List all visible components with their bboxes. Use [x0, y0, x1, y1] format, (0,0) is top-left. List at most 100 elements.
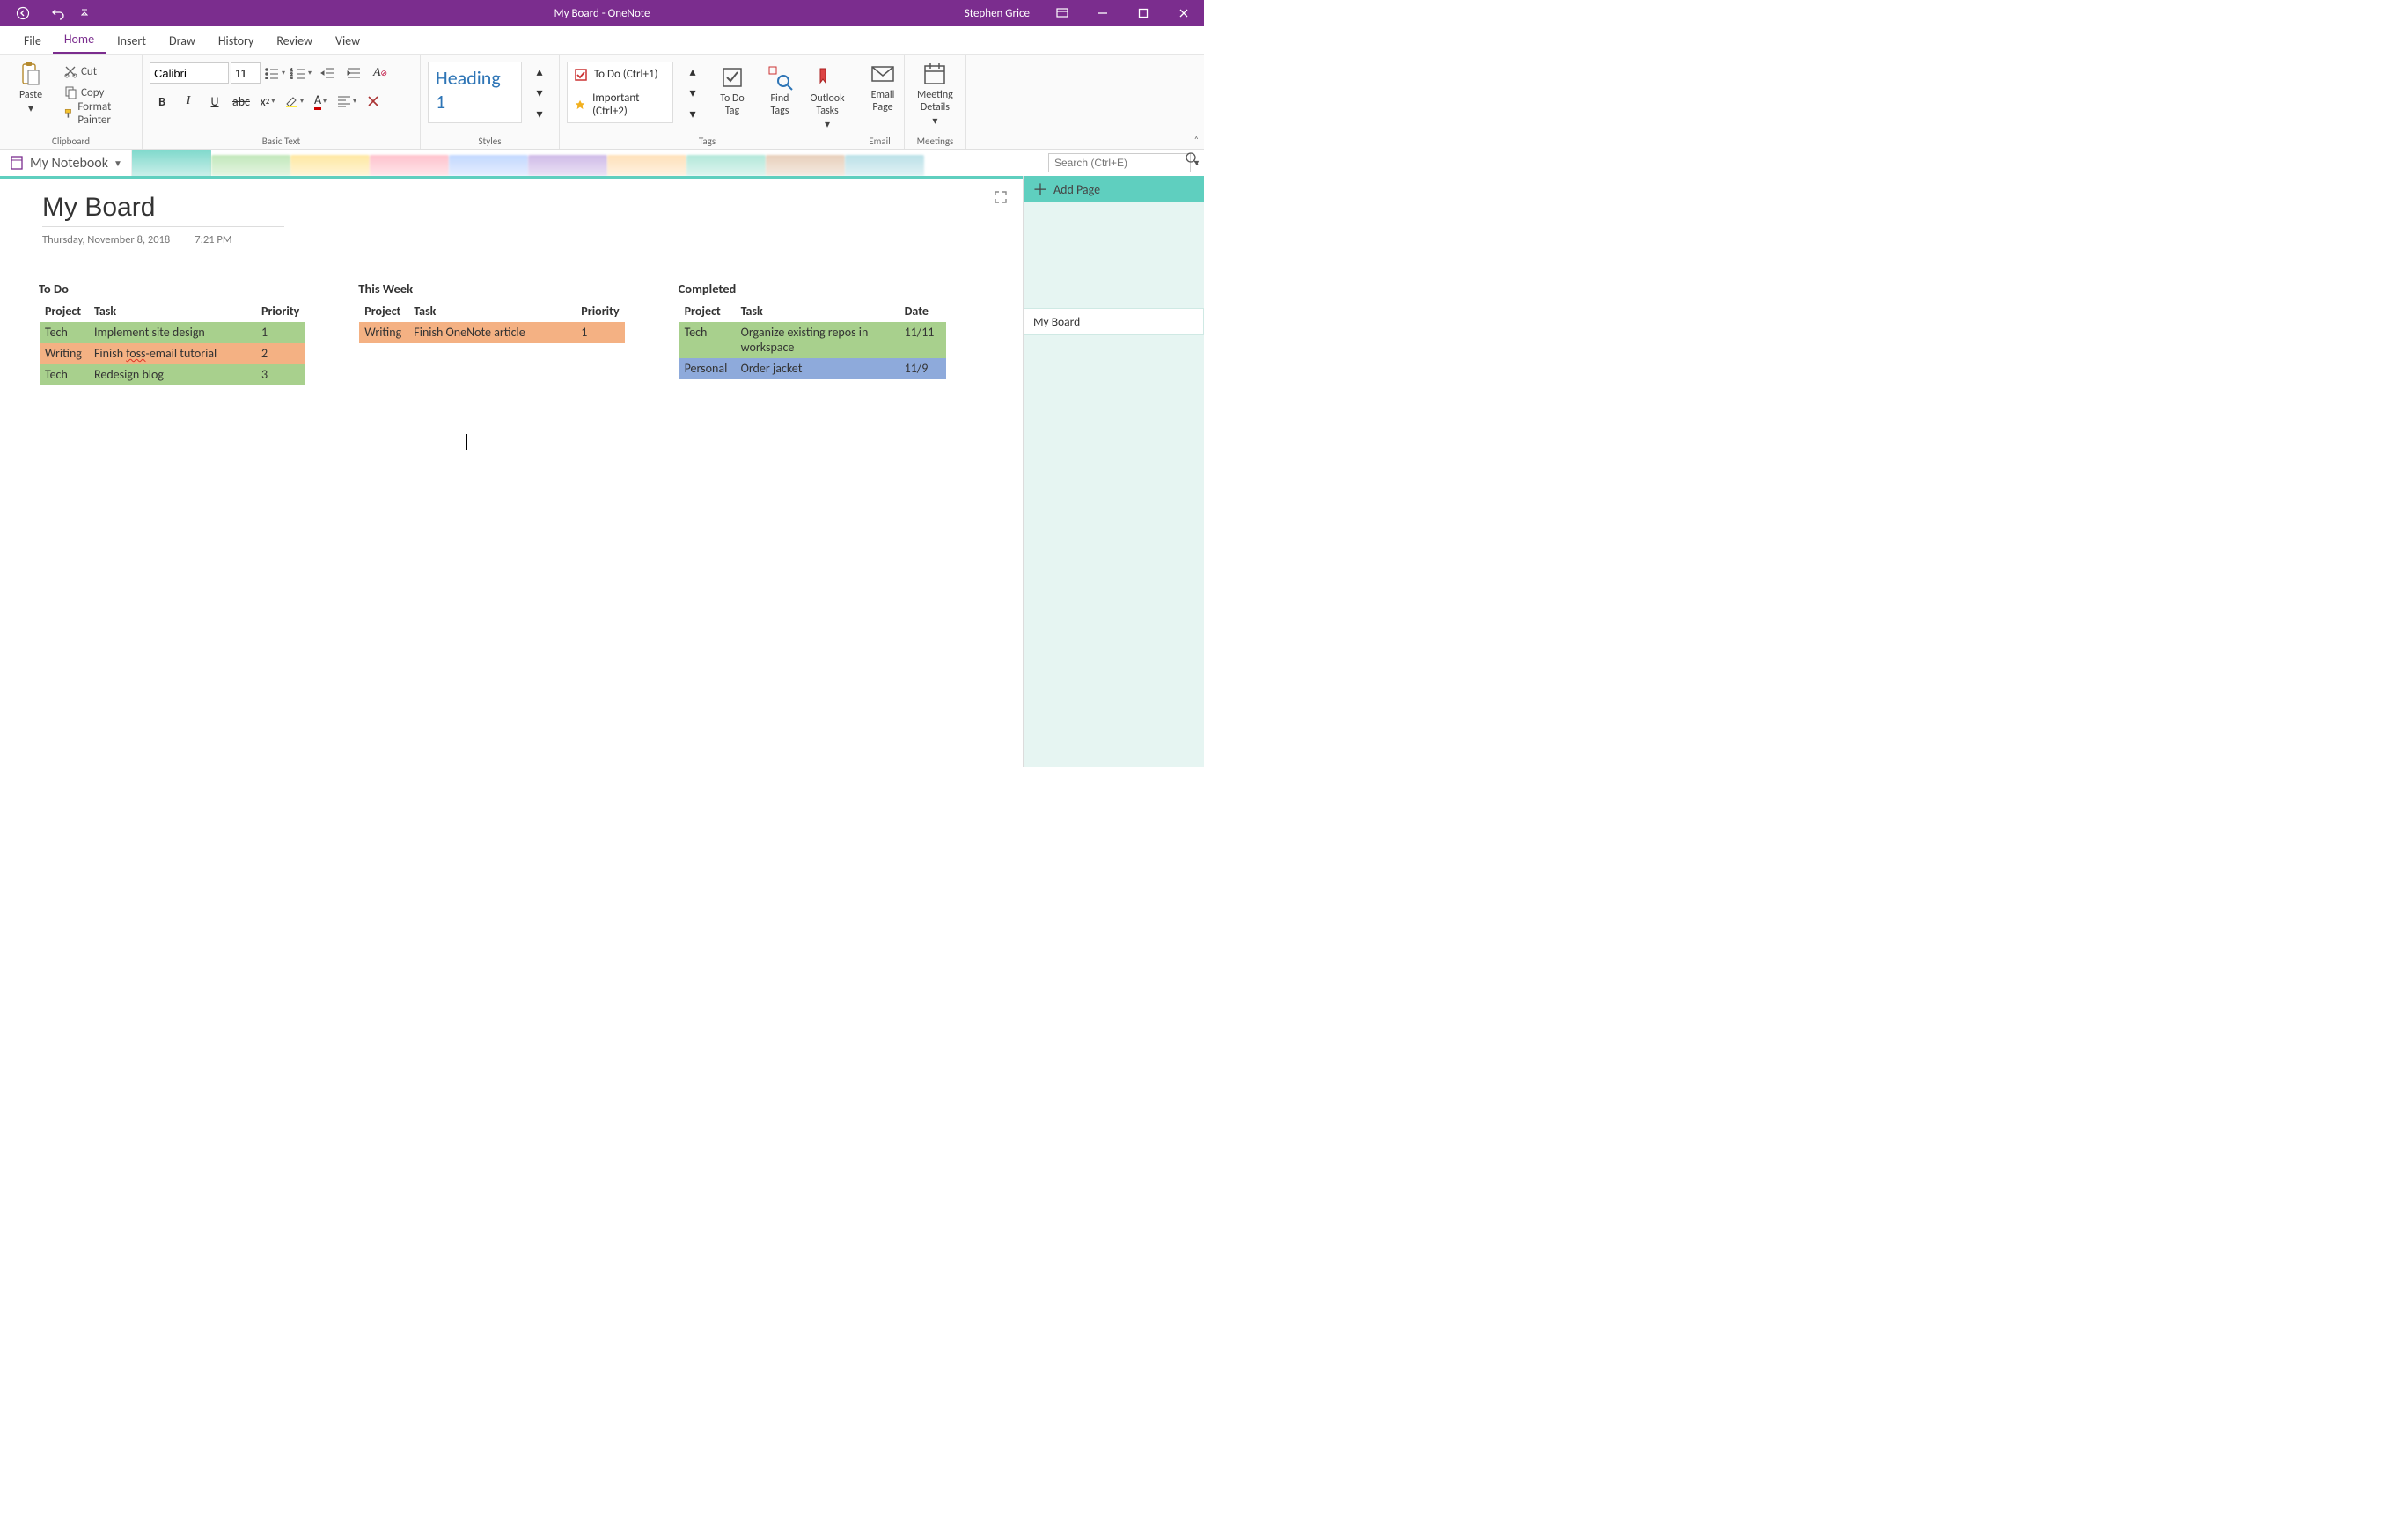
tag-todo[interactable]: To Do (Ctrl+1) — [568, 62, 672, 86]
section-tab-6[interactable] — [607, 155, 686, 176]
section-tab-9[interactable] — [845, 155, 924, 176]
bold-button[interactable]: B — [150, 90, 174, 113]
search-input[interactable] — [1048, 153, 1191, 172]
font-color-button[interactable]: A▾ — [308, 90, 333, 113]
section-tab-4[interactable] — [449, 155, 528, 176]
highlight-button[interactable]: ▾ — [282, 90, 306, 113]
underline-button[interactable]: U — [202, 90, 227, 113]
tags-scroll-down[interactable]: ▾ — [680, 83, 705, 102]
strikethrough-button[interactable]: abc — [229, 90, 253, 113]
table-cell[interactable]: Tech — [40, 364, 89, 385]
qat-customize[interactable] — [77, 1, 92, 26]
bullets-button[interactable]: ▾ — [262, 62, 287, 84]
table-row[interactable]: TechRedesign blog3 — [40, 364, 305, 385]
table-cell[interactable]: Tech — [679, 322, 735, 358]
styles-scroll-up[interactable]: ▴ — [527, 62, 552, 81]
tags-expand[interactable]: ▾ — [680, 104, 705, 123]
styles-expand[interactable]: ▾ — [527, 104, 552, 123]
italic-button[interactable]: I — [176, 90, 201, 113]
table-row[interactable]: PersonalOrder jacket11/9 — [679, 358, 946, 379]
page-canvas[interactable]: My Board Thursday, November 8, 2018 7:21… — [0, 176, 1023, 767]
font-size-select[interactable] — [231, 62, 261, 84]
font-family-select[interactable] — [150, 62, 229, 84]
tab-draw[interactable]: Draw — [158, 28, 207, 54]
table-cell[interactable]: Writing — [40, 343, 89, 364]
close-button[interactable] — [1164, 0, 1204, 26]
numbering-button[interactable]: 123▾ — [289, 62, 313, 84]
tab-review[interactable]: Review — [265, 28, 324, 54]
table-cell[interactable]: Finish OneNote article — [408, 322, 576, 343]
cut-button[interactable]: Cut — [60, 62, 135, 81]
table-cell[interactable]: 2 — [256, 343, 305, 364]
tab-history[interactable]: History — [207, 28, 265, 54]
subscript-button[interactable]: x2▾ — [255, 90, 280, 113]
minimize-button[interactable] — [1083, 0, 1123, 26]
notebook-picker[interactable]: My Notebook ▼ — [0, 150, 132, 176]
column-table[interactable]: ProjectTaskPriorityTechImplement site de… — [39, 300, 305, 385]
undo-button[interactable] — [42, 1, 74, 26]
section-tab-3[interactable] — [370, 155, 449, 176]
table-cell[interactable]: 1 — [256, 322, 305, 343]
email-page-button[interactable]: Email Page — [863, 58, 903, 116]
style-heading1[interactable]: Heading 1 — [429, 62, 521, 117]
fullscreen-icon[interactable] — [995, 191, 1007, 207]
section-tab-2[interactable] — [290, 155, 370, 176]
table-cell[interactable]: 1 — [576, 322, 625, 343]
tab-view[interactable]: View — [324, 28, 371, 54]
style-heading2[interactable]: Heading 2 — [429, 117, 521, 123]
section-tab-5[interactable] — [528, 155, 607, 176]
search-icon[interactable] — [1185, 151, 1199, 169]
table-row[interactable]: TechImplement site design1 — [40, 322, 305, 343]
outlook-tasks-button[interactable]: Outlook Tasks ▾ — [807, 62, 848, 133]
add-page-button[interactable]: ＋ Add Page — [1024, 176, 1204, 202]
account-name[interactable]: Stephen Grice — [952, 7, 1042, 20]
collapse-ribbon-button[interactable]: ˄ — [1194, 134, 1199, 145]
tab-insert[interactable]: Insert — [106, 28, 158, 54]
meeting-details-button[interactable]: Meeting Details ▾ — [912, 58, 958, 129]
table-cell[interactable]: Redesign blog — [89, 364, 256, 385]
table-cell[interactable]: Tech — [40, 322, 89, 343]
maximize-button[interactable] — [1123, 0, 1164, 26]
align-button[interactable]: ▾ — [334, 90, 359, 113]
todo-tag-button[interactable]: To Do Tag — [712, 62, 752, 120]
tab-file[interactable]: File — [12, 28, 53, 54]
meeting-details-label: Meeting Details — [917, 90, 953, 114]
table-cell[interactable]: 11/11 — [899, 322, 946, 358]
table-cell[interactable]: Personal — [679, 358, 735, 379]
outdent-button[interactable] — [315, 62, 340, 84]
find-tags-button[interactable]: Find Tags — [760, 62, 800, 120]
section-tab-1[interactable] — [211, 155, 290, 176]
section-tab-8[interactable] — [766, 155, 845, 176]
section-tab-7[interactable] — [686, 155, 766, 176]
page-title[interactable]: My Board — [42, 193, 284, 227]
table-cell[interactable]: Writing — [359, 322, 408, 343]
tags-scroll-up[interactable]: ▴ — [680, 62, 705, 81]
basic-text-group-label: Basic Text — [143, 136, 420, 147]
page-list-item[interactable]: My Board — [1024, 308, 1204, 335]
table-row[interactable]: WritingFinish OneNote article1 — [359, 322, 625, 343]
format-painter-button[interactable]: Format Painter — [60, 104, 135, 123]
table-row[interactable]: TechOrganize existing repos in workspace… — [679, 322, 946, 358]
tab-home[interactable]: Home — [53, 26, 106, 54]
section-tab-0[interactable] — [132, 150, 211, 176]
indent-button[interactable] — [341, 62, 366, 84]
table-cell[interactable]: 3 — [256, 364, 305, 385]
table-cell[interactable]: Finish foss-email tutorial — [89, 343, 256, 364]
table-cell[interactable]: Order jacket — [735, 358, 899, 379]
table-cell[interactable]: Implement site design — [89, 322, 256, 343]
styles-gallery[interactable]: Heading 1 Heading 2 — [428, 62, 522, 123]
table-row[interactable]: WritingFinish foss-email tutorial2 — [40, 343, 305, 364]
tag-important[interactable]: Important (Ctrl+2) — [568, 86, 672, 123]
column-table[interactable]: ProjectTaskDateTechOrganize existing rep… — [679, 300, 947, 379]
tags-gallery[interactable]: To Do (Ctrl+1) Important (Ctrl+2) — [567, 62, 673, 123]
paste-button[interactable]: Paste ▾ — [7, 58, 55, 117]
back-button[interactable] — [7, 1, 39, 26]
table-cell[interactable]: Organize existing repos in workspace — [735, 322, 899, 358]
copy-button[interactable]: Copy — [60, 83, 135, 102]
column-table[interactable]: ProjectTaskPriorityWritingFinish OneNote… — [358, 300, 625, 343]
delete-button[interactable] — [361, 90, 385, 113]
styles-scroll-down[interactable]: ▾ — [527, 83, 552, 102]
ribbon-display-options[interactable] — [1042, 0, 1083, 26]
clear-formatting-button[interactable]: A⊘ — [368, 62, 393, 84]
table-cell[interactable]: 11/9 — [899, 358, 946, 379]
